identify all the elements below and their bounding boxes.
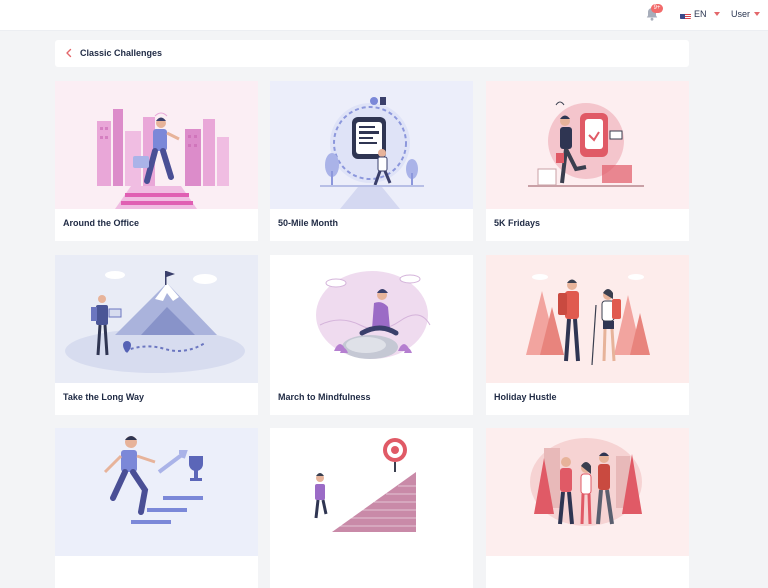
notification-badge: 9+ bbox=[651, 4, 663, 13]
user-label: User bbox=[731, 9, 751, 19]
group-walk-illustration bbox=[486, 428, 689, 556]
challenge-card-around-the-office[interactable]: Around the Office bbox=[55, 81, 258, 241]
card-title: Holiday Hustle bbox=[494, 392, 557, 402]
language-label: EN bbox=[694, 9, 707, 19]
card-title: 5K Fridays bbox=[494, 218, 541, 228]
challenge-card-5k-fridays[interactable]: 5K Fridays bbox=[486, 81, 689, 241]
challenge-card-8[interactable] bbox=[270, 428, 473, 588]
challenge-card-march-to-mindfulness[interactable]: March to Mindfulness bbox=[270, 255, 473, 415]
us-flag-icon bbox=[680, 10, 691, 19]
user-menu[interactable]: User bbox=[731, 7, 761, 21]
mountain-hiker-illustration bbox=[55, 255, 258, 383]
hiking-couple-illustration bbox=[486, 255, 689, 383]
meditation-illustration bbox=[270, 255, 473, 383]
staircase-target-illustration bbox=[270, 428, 473, 556]
stairs-trophy-illustration bbox=[55, 428, 258, 556]
chevron-left-icon[interactable] bbox=[63, 47, 75, 59]
language-selector[interactable]: EN bbox=[680, 7, 720, 21]
card-title: 50-Mile Month bbox=[278, 218, 338, 228]
challenge-card-take-the-long-way[interactable]: Take the Long Way bbox=[55, 255, 258, 415]
chevron-down-icon bbox=[754, 12, 761, 16]
card-title: Take the Long Way bbox=[63, 392, 145, 402]
office-walker-illustration bbox=[55, 81, 258, 209]
page-header: Classic Challenges bbox=[55, 40, 689, 67]
challenge-card-50-mile-month[interactable]: 50-Mile Month bbox=[270, 81, 473, 241]
challenge-card-7[interactable] bbox=[55, 428, 258, 588]
runner-stretching-illustration bbox=[486, 81, 689, 209]
top-bar: 9+ EN User bbox=[0, 0, 768, 31]
card-title: March to Mindfulness bbox=[278, 392, 371, 402]
page-title: Classic Challenges bbox=[80, 48, 163, 58]
challenge-card-holiday-hustle[interactable]: Holiday Hustle bbox=[486, 255, 689, 415]
challenge-card-9[interactable] bbox=[486, 428, 689, 588]
card-title: Around the Office bbox=[63, 218, 139, 228]
chevron-down-icon bbox=[713, 12, 720, 16]
smartwatch-runner-illustration bbox=[270, 81, 473, 209]
